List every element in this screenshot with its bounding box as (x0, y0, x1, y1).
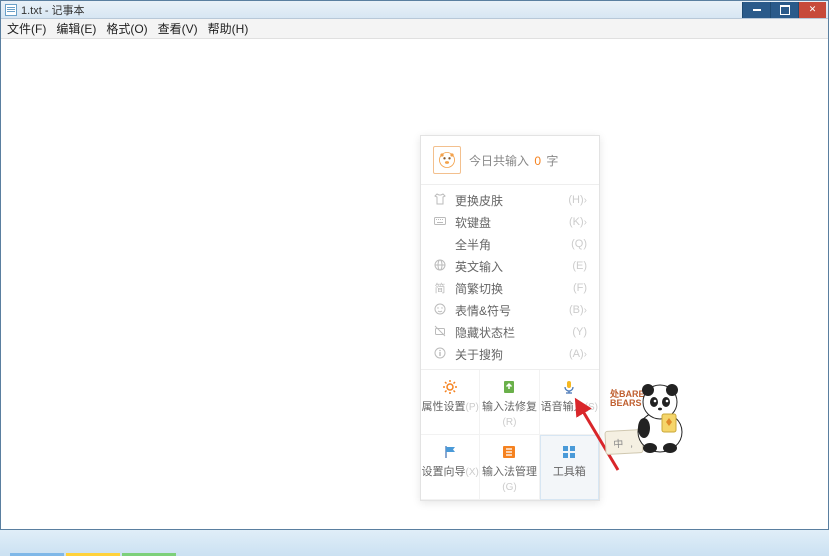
mascot-logo-text: 处BARE BEARS (610, 390, 645, 408)
ime-grid-label: 工具箱 (553, 466, 586, 478)
ime-grid-label: 属性设置 (421, 401, 465, 413)
ime-grid-shortcut: (X) (465, 467, 478, 478)
ime-language-badge: 中 , (604, 429, 643, 455)
ime-grid-shortcut: (S) (585, 402, 598, 413)
ime-item-hide[interactable]: 隐藏状态栏(Y) (421, 321, 599, 343)
ime-grid-label: 输入法修复 (482, 401, 537, 413)
ime-item-label: 更换皮肤 (455, 192, 566, 209)
window-title: 1.txt - 记事本 (21, 2, 85, 18)
minimize-button[interactable] (742, 2, 770, 18)
ime-header-text: 今日共输入 0 字 (469, 152, 558, 169)
ime-avatar-icon (433, 146, 461, 174)
keyboard-icon (433, 215, 447, 229)
ime-grid-label: 语音输入 (541, 401, 585, 413)
chevron-right-icon: › (584, 217, 587, 228)
mic-icon (540, 378, 599, 396)
ime-grid-mic[interactable]: 语音输入(S) (540, 370, 599, 435)
ime-grid-flag[interactable]: 设置向导(X) (421, 435, 480, 500)
menu-format[interactable]: 格式(O) (106, 20, 147, 37)
ime-item-shortcut: (E) (572, 260, 587, 272)
ime-item-label: 简繁切换 (455, 280, 571, 297)
simp-icon: 简 (433, 280, 447, 296)
ime-grid-gear[interactable]: 属性设置(P) (421, 370, 480, 435)
smile-icon (433, 303, 447, 318)
shirt-icon (433, 193, 447, 208)
menu-file[interactable]: 文件(F) (7, 20, 46, 37)
ime-item-label: 英文输入 (455, 258, 570, 275)
close-button[interactable] (798, 2, 826, 18)
ime-item-label: 软键盘 (455, 214, 567, 231)
ime-item-label: 隐藏状态栏 (455, 324, 570, 341)
globe-icon (433, 259, 447, 274)
ime-item-simp[interactable]: 简简繁切换(F) (421, 277, 599, 299)
ime-item-shortcut: (Y) (572, 326, 587, 338)
ime-item-shortcut: (B) (569, 304, 584, 316)
flag-icon (421, 443, 479, 461)
ime-grid-shortcut: (R) (503, 417, 517, 428)
maximize-button[interactable] (770, 2, 798, 18)
menu-help[interactable]: 帮助(H) (208, 20, 249, 37)
ime-item-globe[interactable]: 英文输入(E) (421, 255, 599, 277)
ime-item-label: 全半角 (455, 236, 569, 253)
chevron-right-icon: › (584, 349, 587, 360)
ime-item-info[interactable]: 关于搜狗(A)› (421, 343, 599, 365)
ime-item-shortcut: (Q) (571, 238, 587, 250)
menubar: 文件(F) 编辑(E) 格式(O) 查看(V) 帮助(H) (1, 19, 828, 39)
hide-icon (433, 325, 447, 340)
titlebar: 1.txt - 记事本 (1, 1, 828, 19)
ime-item-shortcut: (H) (568, 194, 583, 206)
ime-grid-grid[interactable]: 工具箱 (540, 435, 599, 500)
ime-item-shirt[interactable]: 更换皮肤(H)› (421, 189, 599, 211)
ime-item-label: 表情&符号 (455, 302, 567, 319)
gear-icon (421, 378, 479, 396)
ime-item-shortcut: (K) (569, 216, 584, 228)
document-icon (5, 4, 17, 16)
ime-grid-label: 输入法管理 (482, 466, 537, 478)
ime-grid-shortcut: (P) (465, 402, 478, 413)
ime-item-smile[interactable]: 表情&符号(B)› (421, 299, 599, 321)
grid-icon (540, 443, 599, 461)
ime-item-shortcut: (A) (569, 348, 584, 360)
ime-grid-repair[interactable]: 输入法修复 (R) (480, 370, 539, 435)
chevron-right-icon: › (584, 305, 587, 316)
info-icon (433, 347, 447, 362)
moon-icon (433, 237, 447, 252)
repair-icon (480, 378, 538, 396)
ime-item-label: 关于搜狗 (455, 346, 567, 363)
ime-grid-shortcut: (G) (502, 482, 516, 493)
taskbar (0, 530, 829, 556)
notepad-window: 1.txt - 记事本 文件(F) 编辑(E) 格式(O) 查看(V) 帮助(H… (0, 0, 829, 530)
text-editor-area[interactable] (1, 39, 828, 529)
list-icon (480, 443, 538, 461)
ime-grid-list[interactable]: 输入法管理 (G) (480, 435, 539, 500)
window-controls (742, 2, 826, 18)
ime-action-grid: 属性设置(P)输入法修复(R)语音输入(S)设置向导(X)输入法管理(G)工具箱 (421, 369, 599, 500)
chevron-right-icon: › (584, 195, 587, 206)
ime-menu-list: 更换皮肤(H)›软键盘(K)›全半角(Q)英文输入(E)简简繁切换(F)表情&符… (421, 185, 599, 369)
ime-context-menu: 今日共输入 0 字 更换皮肤(H)›软键盘(K)›全半角(Q)英文输入(E)简简… (420, 135, 600, 501)
menu-view[interactable]: 查看(V) (158, 20, 198, 37)
ime-header: 今日共输入 0 字 (421, 136, 599, 185)
ime-grid-label: 设置向导 (421, 466, 465, 478)
ime-item-keyboard[interactable]: 软键盘(K)› (421, 211, 599, 233)
ime-item-moon[interactable]: 全半角(Q) (421, 233, 599, 255)
ime-item-shortcut: (F) (573, 282, 587, 294)
menu-edit[interactable]: 编辑(E) (56, 20, 96, 37)
